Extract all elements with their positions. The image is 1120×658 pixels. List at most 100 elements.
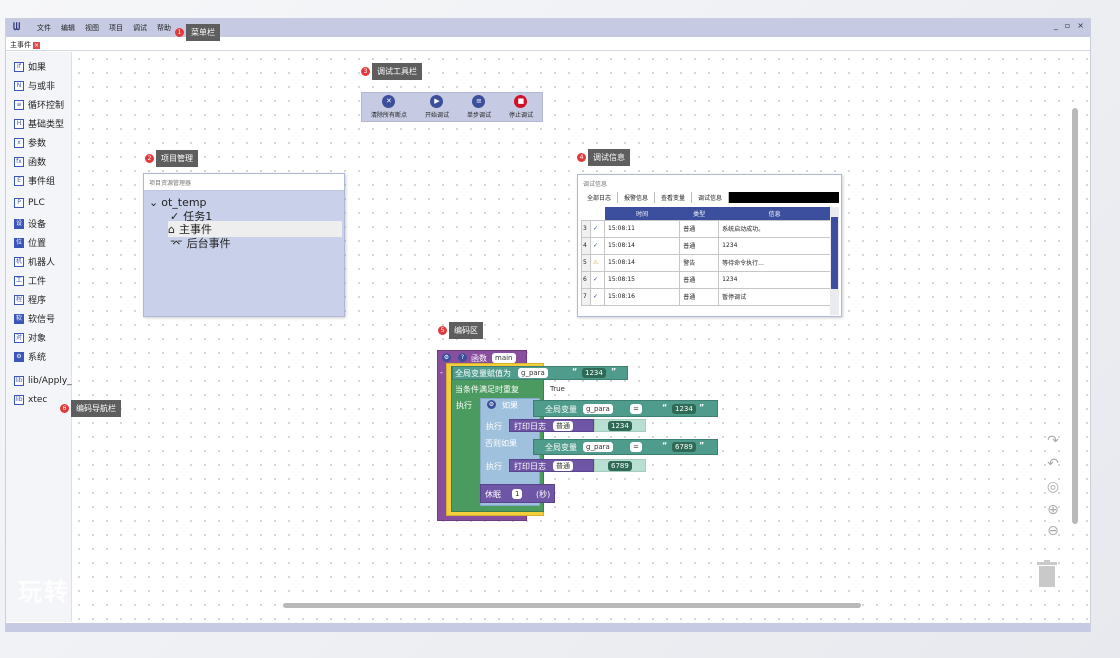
sidebar-item-loop[interactable]: ≡ 循环控制	[14, 98, 64, 111]
tab-alarms[interactable]: 报警信息	[618, 192, 656, 203]
sidebar-item-event-group[interactable]: E 事件组	[14, 174, 55, 187]
gear-icon[interactable]: ⚙	[487, 400, 496, 409]
undo-icon[interactable]: ↶	[1045, 456, 1061, 472]
menu-file[interactable]: 文件	[37, 23, 51, 33]
gear-icon[interactable]: ⚙	[442, 353, 451, 362]
table-row[interactable]: 5 ⚠ 15:08:14 警告 等待命令执行...	[581, 253, 831, 272]
string-value-6789[interactable]: 6789	[672, 442, 696, 452]
start-debug-button[interactable]: ▶ 开始调试	[425, 95, 449, 119]
tab-close-icon[interactable]: ×	[33, 41, 40, 49]
watermark-text: 玩转	[18, 578, 70, 606]
string-value-1234[interactable]: 1234	[582, 368, 606, 378]
sidebar-item-functions[interactable]: fx 函数	[14, 155, 46, 168]
exec-label: 执行	[486, 422, 502, 431]
exec-label: 执行	[486, 462, 502, 471]
event-name-field[interactable]: main	[492, 353, 516, 363]
callout-label: 菜单栏	[186, 24, 220, 41]
table-row[interactable]: 7 ✓ 15:08:16 普通 暂停调试	[581, 287, 831, 306]
sidebar-item-system[interactable]: ⚙ 系统	[14, 350, 46, 363]
quote-open-icon: “	[572, 367, 578, 376]
sidebar-item-label: 程序	[28, 296, 47, 306]
step-debug-button[interactable]: ≡ 单步调试	[467, 95, 491, 119]
tab-debug-info[interactable]: 调试信息	[692, 192, 730, 203]
cond-var-dropdown[interactable]: g_para	[583, 442, 613, 452]
signal-icon: 软	[14, 313, 24, 324]
tab-main-event[interactable]: 主事件 ×	[10, 39, 40, 51]
sidebar-item-logic[interactable]: N 与或非	[14, 79, 55, 92]
tab-all-logs[interactable]: 全部日志	[581, 192, 619, 203]
column-header-type: 类型	[679, 207, 719, 220]
menu-project[interactable]: 项目	[109, 23, 123, 33]
canvas-vertical-scrollbar[interactable]	[1072, 108, 1078, 524]
clear-breakpoints-button[interactable]: ✕ 清除所有断点	[371, 95, 407, 119]
help-icon[interactable]: ?	[458, 353, 467, 362]
sidebar-item-basic-types[interactable]: H 基础类型	[14, 117, 64, 130]
minimize-button[interactable]: _	[1054, 21, 1058, 30]
sidebar-item-lib-apply[interactable]: lib lib/Apply_1	[14, 376, 77, 386]
callout-number: 4	[577, 153, 586, 162]
print-label: 打印日志	[514, 422, 546, 431]
log-scrollbar[interactable]	[830, 207, 839, 315]
sidebar-item-params[interactable]: x 参数	[14, 136, 46, 149]
type-icon: H	[14, 118, 24, 129]
sleep-label: 休眠	[485, 490, 501, 499]
sidebar-item-soft-signal[interactable]: 软软信号	[14, 312, 55, 325]
menu-debug[interactable]: 调试	[133, 23, 147, 33]
operator-dropdown[interactable]: =	[630, 404, 642, 414]
redo-icon[interactable]: ↷	[1045, 433, 1061, 449]
tab-variables[interactable]: 查看变量	[655, 192, 693, 203]
trash-icon[interactable]	[1036, 560, 1058, 588]
check-icon: ✓	[590, 236, 605, 255]
menu-edit[interactable]: 编辑	[61, 23, 75, 33]
code-canvas[interactable]	[72, 52, 1090, 622]
while-condition-dropdown[interactable]: True	[547, 384, 568, 394]
sidebar-item-label: 函数	[28, 158, 47, 168]
cond-var-label: 全局变量	[545, 443, 577, 452]
scroll-thumb[interactable]	[831, 217, 838, 289]
table-row[interactable]: 6 ✓ 15:08:15 普通 1234	[581, 270, 831, 289]
sidebar-item-position[interactable]: 位位置	[14, 236, 46, 249]
sidebar-item-xtec[interactable]: lib xtec	[14, 395, 47, 405]
menu-help[interactable]: 帮助	[157, 23, 171, 33]
stop-debug-button[interactable]: ■ 停止调试	[509, 95, 533, 119]
tree-node-background-event[interactable]: ⌤ 后台事件	[170, 235, 231, 251]
tree-node-label: 后台事件	[186, 237, 231, 250]
log-table: 时间 类型 信息 3 ✓ 15:08:11 普通 系统启动成功。 4 ✓ 15:…	[581, 207, 831, 306]
sidebar-item-label: 参数	[28, 139, 47, 149]
button-label: 停止调试	[508, 112, 533, 119]
center-icon[interactable]: ◎	[1045, 479, 1061, 495]
sidebar-item-robot[interactable]: 机机器人	[14, 255, 55, 268]
sleep-value-field[interactable]: 1	[512, 489, 523, 499]
print-type-dropdown[interactable]: 普通	[553, 421, 573, 431]
sidebar-item-device[interactable]: 设设备	[14, 217, 46, 230]
function-icon: fx	[14, 156, 24, 167]
table-row[interactable]: 3 ✓ 15:08:11 普通 系统启动成功。	[581, 219, 831, 238]
print-value-field[interactable]: 1234	[608, 421, 632, 431]
string-value-1234[interactable]: 1234	[672, 404, 696, 414]
restore-button[interactable]: ▫	[1065, 21, 1070, 30]
menubar: ᗯ 文件 编辑 视图 项目 调试 帮助 _ ▫ ×	[6, 19, 1090, 37]
operator-dropdown[interactable]: =	[630, 442, 642, 452]
canvas-horizontal-scrollbar[interactable]	[283, 603, 861, 608]
callout-code-nav: 6 编码导航栏	[60, 400, 121, 417]
sidebar-item-if[interactable]: If 如果	[14, 60, 46, 73]
sidebar-item-program[interactable]: 程程序	[14, 293, 46, 306]
sidebar-item-object[interactable]: 对对象	[14, 331, 46, 344]
print-value-field[interactable]: 6789	[608, 461, 632, 471]
debug-info-panel: 调试信息 全部日志 报警信息 查看变量 调试信息 时间 类型 信息 3 ✓ 15…	[577, 174, 842, 317]
close-window-button[interactable]: ×	[1077, 21, 1084, 30]
cond-var-dropdown[interactable]: g_para	[583, 404, 613, 414]
table-row[interactable]: 4 ✓ 15:08:14 普通 1234	[581, 236, 831, 255]
panel-header: 调试信息	[583, 181, 608, 188]
chevron-down-icon[interactable]: ⌄	[149, 196, 158, 209]
sidebar-item-workpiece[interactable]: 工工件	[14, 274, 46, 287]
logic-icon: N	[14, 80, 24, 91]
print-type-dropdown[interactable]: 普通	[553, 461, 573, 471]
collapse-icon[interactable]: -	[440, 368, 443, 377]
sidebar-item-plc[interactable]: P PLC	[14, 198, 45, 208]
menu-view[interactable]: 视图	[85, 23, 99, 33]
step-icon: ≡	[472, 95, 486, 108]
global-var-dropdown[interactable]: g_para	[518, 368, 548, 378]
zoom-in-icon[interactable]: ⊕	[1045, 502, 1061, 518]
zoom-out-icon[interactable]: ⊖	[1045, 523, 1061, 539]
